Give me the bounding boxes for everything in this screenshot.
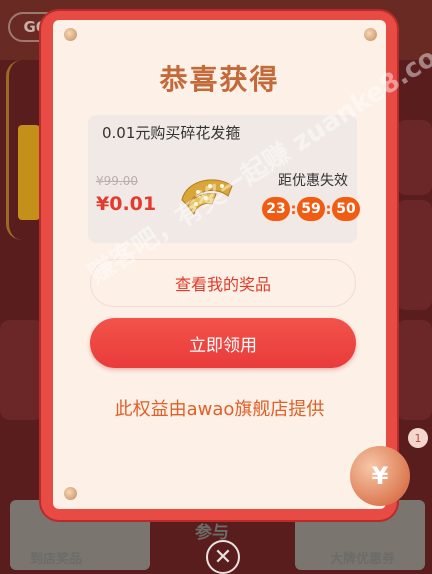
background-tile [396,200,432,310]
prize-name: 0.01元购买碎花发箍 [102,124,241,142]
countdown-timer: 23 : 59 : 50 [262,197,360,221]
floating-coin-icon[interactable]: ¥ [350,446,410,506]
use-now-button[interactable]: 立即领用 [90,318,356,368]
close-icon[interactable]: ✕ [206,540,240,574]
rivet-icon [364,28,377,41]
rivet-icon [64,28,77,41]
countdown-seconds: 50 [332,197,360,221]
background-tile-right-label: 大牌优惠券 [330,552,396,567]
rivet-icon [64,487,77,500]
provider-text: 此权益由awao旗舰店提供 [114,399,325,420]
current-price: ¥0.01 [96,193,157,215]
background-left-tube [18,125,40,220]
countdown-minutes: 59 [297,197,325,221]
original-price: ¥99.00 [96,174,138,188]
background-tile [0,320,44,420]
background-tile-left-label: 到店奖品 [30,552,83,567]
background-tile [396,120,432,195]
countdown-hours: 23 [262,197,290,221]
countdown-separator: : [325,200,332,218]
countdown-separator: : [290,200,297,218]
background-tile [396,320,432,420]
expire-label: 距优惠失效 [278,173,348,189]
coin-badge: 1 [408,428,428,448]
modal-title: 恭喜获得 [159,63,280,96]
